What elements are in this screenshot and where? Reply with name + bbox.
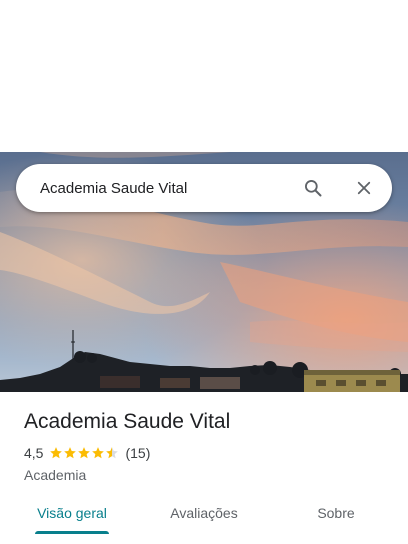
tab-label: Sobre — [317, 505, 355, 521]
review-count[interactable]: (15) — [125, 444, 150, 462]
star-icon — [78, 447, 91, 459]
blank-map-area — [0, 0, 408, 152]
place-info: Academia Saude Vital 4,5 (15) Academia — [24, 408, 392, 484]
tab-about[interactable]: Sobre — [264, 492, 408, 534]
active-tab-indicator — [35, 531, 109, 534]
star-icon — [92, 447, 105, 459]
tab-overview[interactable]: Visão geral — [0, 492, 144, 534]
place-category[interactable]: Academia — [24, 466, 392, 484]
star-icon — [106, 447, 119, 459]
search-icon[interactable] — [301, 176, 325, 200]
tab-label: Visão geral — [37, 505, 107, 521]
tab-bar: Visão geral Avaliações Sobre — [0, 492, 408, 538]
rating-row[interactable]: 4,5 (15) — [24, 444, 392, 462]
search-bar[interactable]: Academia Saude Vital — [16, 164, 392, 212]
place-title: Academia Saude Vital — [24, 410, 231, 433]
star-icon — [50, 447, 63, 459]
star-icon — [64, 447, 77, 459]
close-icon[interactable] — [352, 176, 376, 200]
tab-reviews[interactable]: Avaliações — [144, 492, 264, 534]
rating-value: 4,5 — [24, 445, 44, 461]
star-rating — [49, 446, 119, 460]
tab-label: Avaliações — [170, 505, 238, 521]
search-input[interactable]: Academia Saude Vital — [40, 180, 301, 197]
